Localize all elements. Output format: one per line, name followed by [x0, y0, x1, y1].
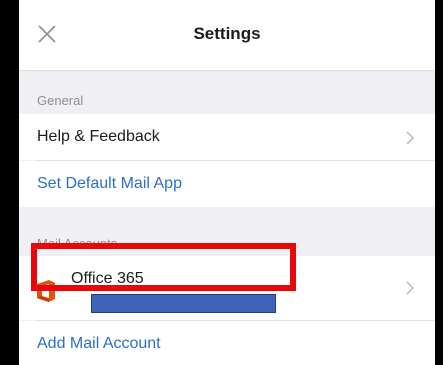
- help-feedback-row[interactable]: Help & Feedback: [19, 114, 435, 160]
- chevron-right-icon: [406, 131, 415, 145]
- office-365-icon: [37, 280, 55, 302]
- redacted-account-email: [91, 294, 276, 313]
- chevron-right-icon: [406, 281, 415, 295]
- add-mail-account-row[interactable]: Add Mail Account: [19, 321, 435, 365]
- section-header-general: General: [37, 93, 84, 108]
- navigation-bar: Settings: [19, 0, 435, 71]
- section-header-mail-accounts: Mail Accounts: [37, 236, 118, 251]
- page-title: Settings: [193, 24, 261, 43]
- account-name: Office 365: [71, 270, 144, 287]
- help-feedback-label: Help & Feedback: [37, 128, 160, 145]
- set-default-mail-app-row[interactable]: Set Default Mail App: [19, 161, 435, 207]
- set-default-mail-app-link[interactable]: Set Default Mail App: [37, 175, 182, 193]
- add-mail-account-link[interactable]: Add Mail Account: [37, 335, 161, 353]
- settings-screen: Settings General Help & Feedback Set Def…: [19, 0, 435, 365]
- office-365-account-row[interactable]: Office 365: [19, 256, 435, 320]
